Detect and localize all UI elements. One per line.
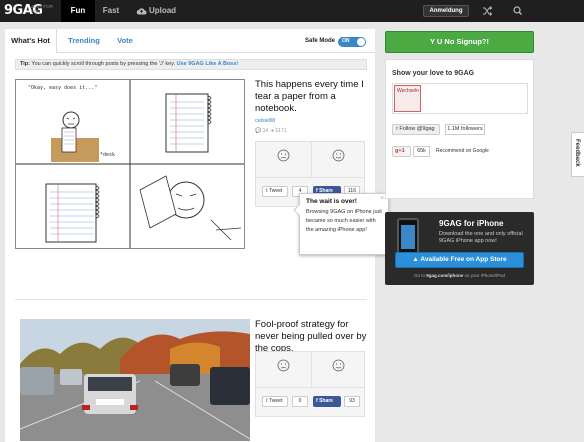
gplus-label: +1 (398, 148, 405, 154)
goto-suffix: on your iPhone/iPod (464, 273, 506, 278)
goto-line: Go to 9gag.com/iphone on your iPhone/iPo… (385, 273, 534, 278)
apple-icon: ▲ (412, 256, 419, 263)
follower-count: 1.1M followers (445, 124, 485, 135)
post-1-comments: 14 (262, 128, 269, 134)
tab-trending[interactable]: Trending (59, 29, 109, 53)
share-count: 93 (344, 396, 360, 407)
happy-face-icon[interactable] (332, 359, 345, 372)
logo-slogan: JUST FOR FUN (31, 4, 53, 14)
tweet-button[interactable]: t Tweet (262, 186, 288, 197)
shuffle-button[interactable] (472, 0, 502, 22)
tip-text: You can quickly scroll through posts by … (31, 61, 176, 67)
app-store-label: Available Free on App Store (420, 256, 507, 263)
iphone-promo-text: Download the one and only official 9GAG … (439, 231, 523, 244)
search-button[interactable] (503, 0, 533, 22)
comment-icon: 💬 (255, 128, 262, 134)
goto-prefix: Go to (413, 273, 425, 278)
iphone-app-promo: 9GAG for iPhone Download the one and onl… (385, 212, 534, 285)
tip-bar: Tip: You can quickly scroll through post… (15, 59, 367, 70)
points-icon: ● (270, 128, 274, 134)
twitter-follow-button[interactable]: t Follow @9gag (392, 124, 440, 135)
happy-face-icon[interactable] (332, 149, 345, 162)
app-store-button[interactable]: ▲ Available Free on App Store (395, 252, 524, 268)
facebook-thumbnail[interactable]: Wechseln (394, 85, 421, 112)
sidebar: Y U No Signup?! Show your love to 9GAG W… (385, 29, 584, 442)
tweet-label: Tweet (268, 188, 283, 194)
post-1-user[interactable]: celsie88 (255, 118, 275, 124)
gplus-text: Recommend on Google (436, 148, 489, 154)
toggle-knob (357, 38, 365, 46)
facebook-share-button[interactable]: f Share (313, 396, 341, 407)
post-1-stats: 💬 14 ● 5171 (255, 128, 287, 134)
comic-desk-label: *desk (100, 152, 116, 158)
goto-link[interactable]: 9gag.com/iphone (426, 273, 463, 278)
share-label: Share (319, 398, 333, 404)
login-button[interactable]: Anmeldung (423, 5, 469, 17)
rage-comic (16, 80, 244, 248)
post-1-title[interactable]: This happens every time I tear a paper f… (255, 79, 367, 115)
shuffle-icon (483, 6, 493, 16)
sad-face-icon[interactable] (277, 359, 290, 372)
nav-upload-label: Upload (148, 6, 177, 15)
social-box-title: Show your love to 9GAG (392, 70, 475, 77)
close-icon[interactable]: × (380, 196, 384, 202)
tab-whats-hot[interactable]: What's Hot (5, 29, 57, 53)
post-1-image[interactable]: "Okay, easy does it..." *desk (15, 79, 245, 249)
facebook-like-box: Wechseln (392, 83, 528, 114)
phone-screen (401, 225, 415, 249)
iphone-promo-title: 9GAG for iPhone (439, 219, 504, 228)
vote-hseparator (256, 387, 364, 388)
nav-upload[interactable]: Upload (129, 0, 183, 22)
highway-photo (20, 319, 250, 441)
tip-prefix: Tip: (20, 61, 30, 67)
popup-title: The wait is over! (306, 198, 357, 205)
cloud-upload-icon (136, 8, 147, 15)
toggle-state: ON (342, 38, 350, 44)
twitter-icon: t (266, 188, 268, 194)
post-2-title[interactable]: Fool-proof strategy for never being pull… (255, 319, 367, 355)
vote-separator (311, 352, 312, 387)
tab-vote[interactable]: Vote (111, 29, 139, 53)
follow-label: Follow @9gag (399, 126, 435, 132)
facebook-icon: f (316, 398, 318, 404)
feedback-tab[interactable]: Feedback (571, 132, 584, 177)
nav-fun[interactable]: Fun (61, 0, 95, 22)
search-icon (513, 6, 522, 15)
top-navbar: 9GAG JUST FOR FUN Fun Fast Upload Anmeld… (0, 0, 584, 22)
tweet-label: Tweet (268, 398, 283, 404)
post-2-image[interactable] (20, 319, 250, 441)
safe-mode-toggle[interactable]: ON (338, 37, 366, 47)
tweet-count: 0 (292, 396, 308, 407)
post-1-points: 5171 (275, 128, 287, 134)
gplus-count: 65k (413, 146, 430, 157)
signup-button[interactable]: Y U No Signup?! (385, 31, 534, 53)
tweet-button[interactable]: t Tweet (262, 396, 288, 407)
post-divider (15, 299, 367, 300)
google-plus-button[interactable]: g+1 (392, 146, 411, 157)
comic-caption: "Okay, easy does it..." (28, 85, 98, 91)
feedback-label: Feedback (574, 139, 580, 167)
vote-hseparator (256, 177, 364, 178)
tip-link[interactable]: Use 9GAG Like A Boss! (177, 61, 239, 67)
popup-text: Browsing 9GAG on iPhone just became so m… (306, 209, 382, 233)
twitter-icon: t (396, 126, 398, 132)
sad-face-icon[interactable] (277, 149, 290, 162)
post-2-vote-box: t Tweet 0 f Share 93 (255, 351, 365, 417)
feed-tabs: What's Hot Trending Vote Safe Mode ON (5, 29, 375, 53)
vote-separator (311, 142, 312, 177)
safe-mode-label: Safe Mode (305, 38, 336, 44)
twitter-icon: t (266, 398, 268, 404)
nav-fast[interactable]: Fast (95, 0, 127, 22)
social-box: Show your love to 9GAG Wechseln t Follow… (385, 59, 534, 199)
iphone-app-popup: × The wait is over! Browsing 9GAG on iPh… (293, 193, 389, 255)
